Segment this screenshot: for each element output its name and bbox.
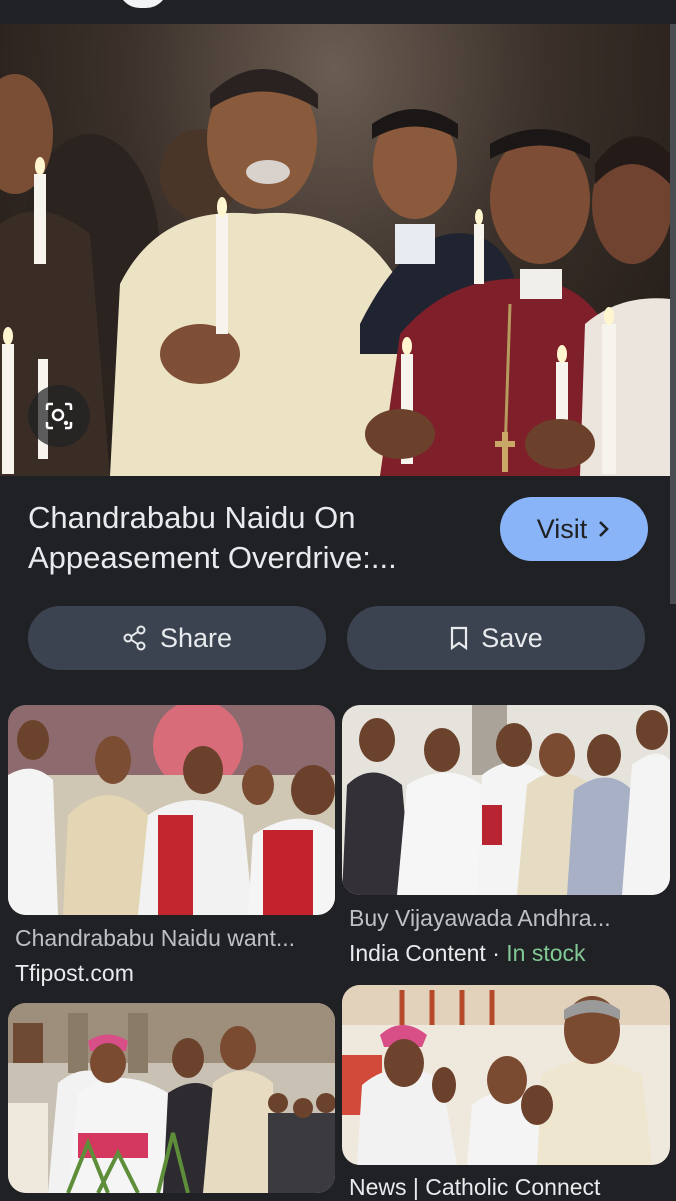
stock-status: In stock: [506, 940, 586, 966]
related-source-1[interactable]: Tfipost.com: [15, 960, 134, 987]
related-caption-4[interactable]: News | Catholic Connect: [349, 1174, 600, 1201]
visit-button[interactable]: Visit: [500, 497, 648, 561]
scrollbar[interactable]: [670, 24, 676, 604]
related-caption-2[interactable]: Buy Vijayawada Andhra...: [349, 905, 611, 932]
related-image-4[interactable]: [342, 985, 670, 1165]
related-source-2-separator: ·: [485, 940, 507, 966]
result-title[interactable]: Chandrababu Naidu On Appeasement Overdri…: [28, 498, 478, 578]
related-image-3[interactable]: [8, 1003, 335, 1193]
related-source-2[interactable]: India Content · In stock: [349, 940, 586, 967]
share-button[interactable]: Share: [28, 606, 326, 670]
share-icon: [122, 625, 148, 651]
save-button[interactable]: Save: [347, 606, 645, 670]
share-label: Share: [159, 622, 233, 653]
related-image-1[interactable]: [8, 705, 335, 915]
visit-label: Visit: [536, 513, 588, 544]
top-bar: [0, 0, 676, 24]
chevron-right-icon: [597, 519, 611, 539]
lens-search-icon[interactable]: [28, 385, 90, 447]
main-result-image[interactable]: [0, 24, 670, 476]
bookmark-icon: [449, 626, 469, 650]
account-avatar[interactable]: [118, 0, 168, 8]
related-caption-1[interactable]: Chandrababu Naidu want...: [15, 925, 295, 952]
save-label: Save: [481, 622, 543, 653]
related-source-2-name: India Content: [349, 940, 486, 966]
related-image-2[interactable]: [342, 705, 670, 895]
